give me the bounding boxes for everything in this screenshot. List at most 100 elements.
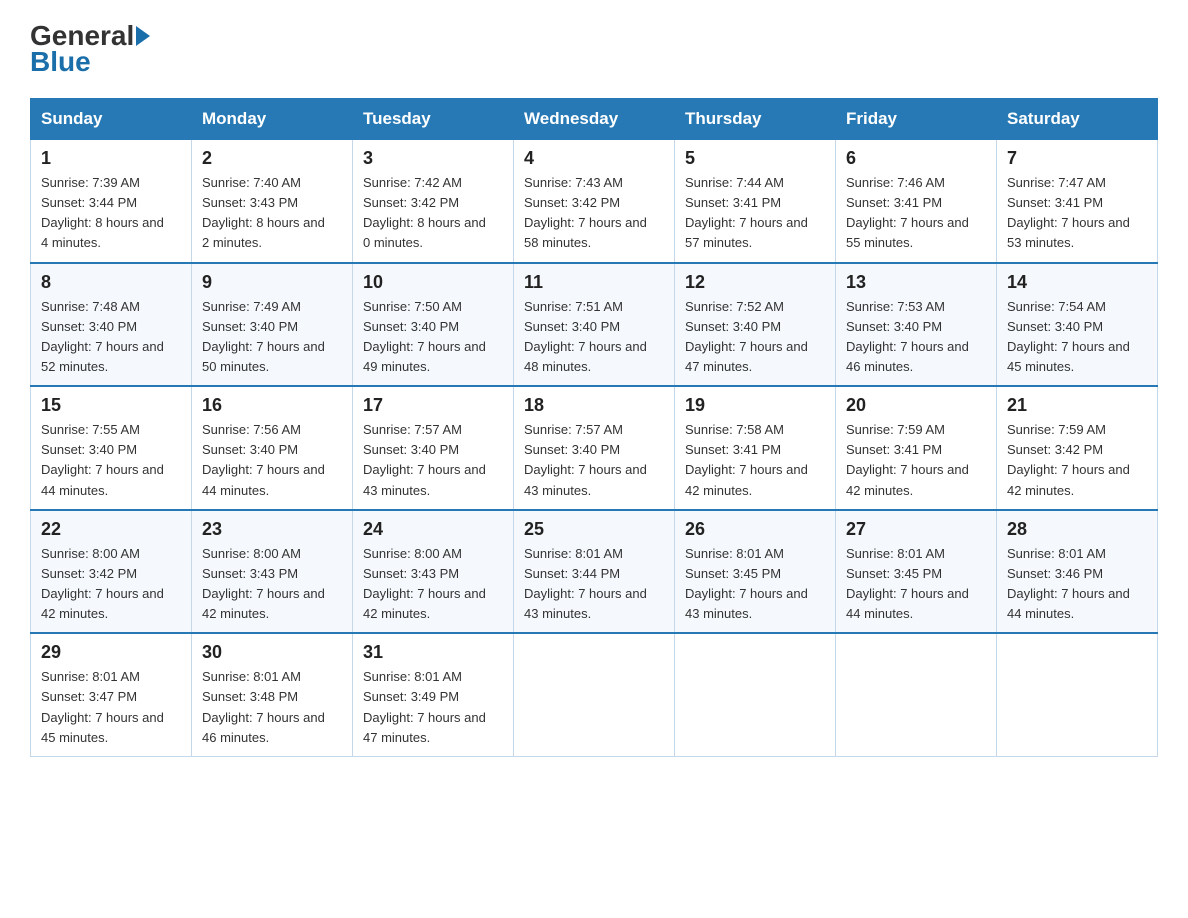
day-number: 13 — [846, 272, 986, 293]
header-sunday: Sunday — [31, 99, 192, 140]
day-number: 31 — [363, 642, 503, 663]
day-number: 11 — [524, 272, 664, 293]
logo-arrow-icon — [136, 26, 150, 46]
day-number: 7 — [1007, 148, 1147, 169]
calendar-table: Sunday Monday Tuesday Wednesday Thursday… — [30, 98, 1158, 757]
day-info: Sunrise: 7:54 AMSunset: 3:40 PMDaylight:… — [1007, 297, 1147, 378]
calendar-cell: 29 Sunrise: 8:01 AMSunset: 3:47 PMDaylig… — [31, 633, 192, 756]
calendar-cell: 23 Sunrise: 8:00 AMSunset: 3:43 PMDaylig… — [192, 510, 353, 634]
calendar-cell: 30 Sunrise: 8:01 AMSunset: 3:48 PMDaylig… — [192, 633, 353, 756]
calendar-cell: 3 Sunrise: 7:42 AMSunset: 3:42 PMDayligh… — [353, 140, 514, 263]
calendar-cell: 21 Sunrise: 7:59 AMSunset: 3:42 PMDaylig… — [997, 386, 1158, 510]
day-info: Sunrise: 8:01 AMSunset: 3:48 PMDaylight:… — [202, 667, 342, 748]
day-info: Sunrise: 7:50 AMSunset: 3:40 PMDaylight:… — [363, 297, 503, 378]
header-monday: Monday — [192, 99, 353, 140]
calendar-cell: 19 Sunrise: 7:58 AMSunset: 3:41 PMDaylig… — [675, 386, 836, 510]
logo: General Blue — [30, 20, 152, 78]
day-info: Sunrise: 8:01 AMSunset: 3:45 PMDaylight:… — [846, 544, 986, 625]
header-friday: Friday — [836, 99, 997, 140]
calendar-cell: 5 Sunrise: 7:44 AMSunset: 3:41 PMDayligh… — [675, 140, 836, 263]
header-tuesday: Tuesday — [353, 99, 514, 140]
calendar-cell: 17 Sunrise: 7:57 AMSunset: 3:40 PMDaylig… — [353, 386, 514, 510]
calendar-cell: 8 Sunrise: 7:48 AMSunset: 3:40 PMDayligh… — [31, 263, 192, 387]
calendar-cell: 22 Sunrise: 8:00 AMSunset: 3:42 PMDaylig… — [31, 510, 192, 634]
day-number: 15 — [41, 395, 181, 416]
day-number: 9 — [202, 272, 342, 293]
day-number: 19 — [685, 395, 825, 416]
calendar-cell: 31 Sunrise: 8:01 AMSunset: 3:49 PMDaylig… — [353, 633, 514, 756]
weekday-header-row: Sunday Monday Tuesday Wednesday Thursday… — [31, 99, 1158, 140]
calendar-cell: 13 Sunrise: 7:53 AMSunset: 3:40 PMDaylig… — [836, 263, 997, 387]
day-number: 26 — [685, 519, 825, 540]
day-number: 3 — [363, 148, 503, 169]
week-row-3: 15 Sunrise: 7:55 AMSunset: 3:40 PMDaylig… — [31, 386, 1158, 510]
day-number: 8 — [41, 272, 181, 293]
day-info: Sunrise: 7:40 AMSunset: 3:43 PMDaylight:… — [202, 173, 342, 254]
calendar-cell: 27 Sunrise: 8:01 AMSunset: 3:45 PMDaylig… — [836, 510, 997, 634]
day-info: Sunrise: 7:48 AMSunset: 3:40 PMDaylight:… — [41, 297, 181, 378]
day-info: Sunrise: 8:01 AMSunset: 3:47 PMDaylight:… — [41, 667, 181, 748]
logo-blue-text: Blue — [30, 46, 91, 77]
day-info: Sunrise: 7:53 AMSunset: 3:40 PMDaylight:… — [846, 297, 986, 378]
day-number: 12 — [685, 272, 825, 293]
header-wednesday: Wednesday — [514, 99, 675, 140]
day-number: 20 — [846, 395, 986, 416]
calendar-cell: 15 Sunrise: 7:55 AMSunset: 3:40 PMDaylig… — [31, 386, 192, 510]
calendar-cell: 14 Sunrise: 7:54 AMSunset: 3:40 PMDaylig… — [997, 263, 1158, 387]
day-number: 1 — [41, 148, 181, 169]
day-info: Sunrise: 7:39 AMSunset: 3:44 PMDaylight:… — [41, 173, 181, 254]
day-number: 28 — [1007, 519, 1147, 540]
calendar-cell: 4 Sunrise: 7:43 AMSunset: 3:42 PMDayligh… — [514, 140, 675, 263]
day-number: 29 — [41, 642, 181, 663]
day-info: Sunrise: 8:01 AMSunset: 3:45 PMDaylight:… — [685, 544, 825, 625]
calendar-cell — [997, 633, 1158, 756]
day-info: Sunrise: 7:43 AMSunset: 3:42 PMDaylight:… — [524, 173, 664, 254]
day-number: 27 — [846, 519, 986, 540]
day-number: 24 — [363, 519, 503, 540]
week-row-4: 22 Sunrise: 8:00 AMSunset: 3:42 PMDaylig… — [31, 510, 1158, 634]
calendar-cell: 1 Sunrise: 7:39 AMSunset: 3:44 PMDayligh… — [31, 140, 192, 263]
day-info: Sunrise: 7:51 AMSunset: 3:40 PMDaylight:… — [524, 297, 664, 378]
day-info: Sunrise: 8:00 AMSunset: 3:43 PMDaylight:… — [202, 544, 342, 625]
day-number: 10 — [363, 272, 503, 293]
calendar-cell: 10 Sunrise: 7:50 AMSunset: 3:40 PMDaylig… — [353, 263, 514, 387]
day-number: 5 — [685, 148, 825, 169]
day-info: Sunrise: 7:57 AMSunset: 3:40 PMDaylight:… — [363, 420, 503, 501]
calendar-cell: 2 Sunrise: 7:40 AMSunset: 3:43 PMDayligh… — [192, 140, 353, 263]
day-number: 16 — [202, 395, 342, 416]
day-info: Sunrise: 8:00 AMSunset: 3:43 PMDaylight:… — [363, 544, 503, 625]
day-info: Sunrise: 7:44 AMSunset: 3:41 PMDaylight:… — [685, 173, 825, 254]
day-info: Sunrise: 7:55 AMSunset: 3:40 PMDaylight:… — [41, 420, 181, 501]
day-number: 30 — [202, 642, 342, 663]
calendar-cell: 25 Sunrise: 8:01 AMSunset: 3:44 PMDaylig… — [514, 510, 675, 634]
day-number: 21 — [1007, 395, 1147, 416]
day-info: Sunrise: 7:47 AMSunset: 3:41 PMDaylight:… — [1007, 173, 1147, 254]
day-number: 25 — [524, 519, 664, 540]
calendar-cell — [836, 633, 997, 756]
calendar-cell: 24 Sunrise: 8:00 AMSunset: 3:43 PMDaylig… — [353, 510, 514, 634]
calendar-cell: 12 Sunrise: 7:52 AMSunset: 3:40 PMDaylig… — [675, 263, 836, 387]
calendar-cell: 28 Sunrise: 8:01 AMSunset: 3:46 PMDaylig… — [997, 510, 1158, 634]
day-info: Sunrise: 8:00 AMSunset: 3:42 PMDaylight:… — [41, 544, 181, 625]
day-info: Sunrise: 7:58 AMSunset: 3:41 PMDaylight:… — [685, 420, 825, 501]
calendar-cell: 26 Sunrise: 8:01 AMSunset: 3:45 PMDaylig… — [675, 510, 836, 634]
day-info: Sunrise: 7:59 AMSunset: 3:42 PMDaylight:… — [1007, 420, 1147, 501]
day-number: 23 — [202, 519, 342, 540]
week-row-1: 1 Sunrise: 7:39 AMSunset: 3:44 PMDayligh… — [31, 140, 1158, 263]
week-row-5: 29 Sunrise: 8:01 AMSunset: 3:47 PMDaylig… — [31, 633, 1158, 756]
day-info: Sunrise: 7:56 AMSunset: 3:40 PMDaylight:… — [202, 420, 342, 501]
header-thursday: Thursday — [675, 99, 836, 140]
day-number: 18 — [524, 395, 664, 416]
day-info: Sunrise: 7:46 AMSunset: 3:41 PMDaylight:… — [846, 173, 986, 254]
calendar-cell — [514, 633, 675, 756]
day-info: Sunrise: 7:59 AMSunset: 3:41 PMDaylight:… — [846, 420, 986, 501]
page-header: General Blue — [30, 20, 1158, 78]
calendar-cell: 18 Sunrise: 7:57 AMSunset: 3:40 PMDaylig… — [514, 386, 675, 510]
day-number: 17 — [363, 395, 503, 416]
day-info: Sunrise: 7:49 AMSunset: 3:40 PMDaylight:… — [202, 297, 342, 378]
day-info: Sunrise: 7:57 AMSunset: 3:40 PMDaylight:… — [524, 420, 664, 501]
day-number: 2 — [202, 148, 342, 169]
calendar-cell: 20 Sunrise: 7:59 AMSunset: 3:41 PMDaylig… — [836, 386, 997, 510]
calendar-cell: 9 Sunrise: 7:49 AMSunset: 3:40 PMDayligh… — [192, 263, 353, 387]
day-info: Sunrise: 8:01 AMSunset: 3:46 PMDaylight:… — [1007, 544, 1147, 625]
